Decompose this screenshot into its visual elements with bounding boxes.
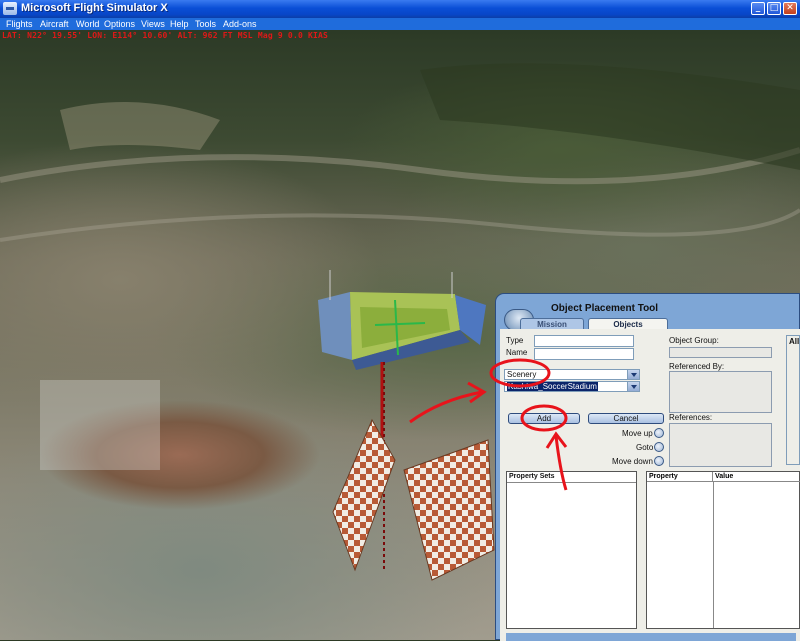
- type-field[interactable]: [534, 335, 634, 347]
- name-field[interactable]: [534, 348, 634, 360]
- menu-views[interactable]: Views: [141, 18, 165, 30]
- value-column-header: Value: [713, 472, 800, 482]
- menu-tools[interactable]: Tools: [195, 18, 216, 30]
- chevron-down-icon[interactable]: [627, 382, 639, 391]
- object-group-label: Object Group:: [669, 336, 719, 345]
- minimize-button[interactable]: _: [751, 2, 765, 15]
- property-column-header: Property: [647, 472, 713, 482]
- filter-panel: All: [786, 335, 800, 465]
- window-titlebar: Microsoft Flight Simulator X _ □ ✕: [0, 0, 800, 18]
- category-select[interactable]: Scenery: [504, 369, 640, 380]
- properties-table[interactable]: Property Value: [646, 471, 800, 629]
- checker-panel-right: [403, 439, 495, 581]
- object-select[interactable]: Kashiwa_SoccerStadium: [504, 381, 640, 392]
- fsx-app-icon: [3, 2, 17, 15]
- menu-flights[interactable]: Flights: [6, 18, 33, 30]
- menu-options[interactable]: Options: [104, 18, 135, 30]
- category-select-value: Scenery: [507, 370, 537, 379]
- goto-label: Goto: [636, 443, 654, 452]
- object-placement-tool-panel: Object Placement Tool Mission Objects Ty…: [495, 293, 800, 641]
- move-up-button[interactable]: [654, 428, 664, 438]
- menu-world[interactable]: World: [76, 18, 99, 30]
- column-divider: [713, 482, 714, 628]
- goto-button[interactable]: [654, 442, 664, 452]
- soccer-stadium-model: [318, 270, 486, 370]
- property-sets-header: Property Sets: [507, 472, 636, 483]
- referenced-by-label: Referenced By:: [669, 362, 725, 371]
- menu-addons[interactable]: Add-ons: [223, 18, 257, 30]
- object-select-value: Kashiwa_SoccerStadium: [507, 382, 598, 391]
- menu-aircraft[interactable]: Aircraft: [40, 18, 69, 30]
- chevron-down-icon[interactable]: [627, 370, 639, 379]
- window-title: Microsoft Flight Simulator X: [21, 2, 168, 14]
- move-up-label: Move up: [622, 429, 653, 438]
- panel-body: Type Name Scenery Kashiwa_SoccerStadium …: [500, 329, 800, 641]
- maximize-button[interactable]: □: [767, 2, 781, 15]
- references-list[interactable]: [669, 423, 772, 467]
- referenced-by-list[interactable]: [669, 371, 772, 413]
- move-down-button[interactable]: [654, 456, 664, 466]
- all-label[interactable]: All: [789, 337, 799, 346]
- type-label: Type: [506, 336, 524, 345]
- close-button[interactable]: ✕: [783, 2, 797, 15]
- object-group-field[interactable]: [669, 347, 772, 358]
- checker-panel-left: [332, 418, 396, 572]
- menu-help[interactable]: Help: [170, 18, 189, 30]
- panel-title: Object Placement Tool: [551, 303, 659, 314]
- references-label: References:: [669, 413, 713, 422]
- menu-bar: Flights Aircraft World Options Views Hel…: [0, 18, 800, 30]
- property-sets-list[interactable]: Property Sets: [506, 471, 637, 629]
- cancel-button[interactable]: Cancel: [588, 413, 664, 424]
- move-down-label: Move down: [612, 457, 653, 466]
- name-label: Name: [506, 348, 528, 357]
- add-button[interactable]: Add: [508, 413, 580, 424]
